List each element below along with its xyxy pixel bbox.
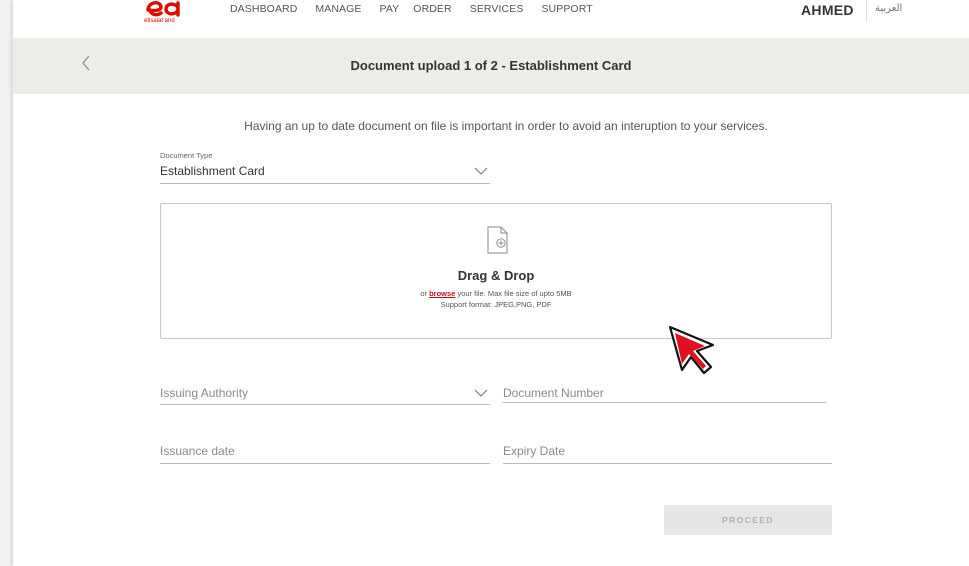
- expiry-date-input[interactable]: Expiry Date: [503, 441, 832, 464]
- browse-link[interactable]: browse: [429, 289, 455, 298]
- intro-text: Having an up to date document on file is…: [244, 119, 768, 133]
- logo-caption: etisalat and: [144, 18, 175, 24]
- nav-dashboard[interactable]: DASHBOARD: [230, 3, 297, 15]
- file-drop-zone[interactable]: Drag & Drop or browse your file. Max fil…: [160, 203, 832, 339]
- nav-order[interactable]: ORDER: [413, 3, 451, 15]
- page-header-band: Document upload 1 of 2 - Establishment C…: [13, 38, 969, 94]
- field-underline: [160, 404, 490, 405]
- document-number-placeholder: Document Number: [503, 386, 604, 400]
- nav-pay[interactable]: PAY: [380, 3, 400, 15]
- divider: [866, 0, 867, 22]
- page-title: Document upload 1 of 2 - Establishment C…: [350, 58, 632, 73]
- document-number-input[interactable]: Document Number: [503, 383, 826, 403]
- field-underline: [503, 463, 832, 464]
- proceed-button[interactable]: PROCEED: [664, 505, 832, 535]
- top-navigation: etisalat and DASHBOARD MANAGE PAY ORDER …: [13, 0, 969, 38]
- chevron-down-icon: [474, 167, 488, 175]
- supported-formats: Support format: JPEG,PNG, PDF: [440, 300, 552, 309]
- main-nav: DASHBOARD MANAGE PAY ORDER SERVICES SUPP…: [230, 3, 611, 15]
- chevron-down-icon: [474, 389, 488, 397]
- instructions-prefix: or: [420, 289, 430, 298]
- nav-support[interactable]: SUPPORT: [541, 3, 592, 15]
- language-switch[interactable]: العربية: [875, 3, 902, 14]
- field-underline: [503, 402, 826, 403]
- field-underline: [160, 183, 490, 184]
- document-add-icon: [487, 226, 508, 254]
- nav-manage[interactable]: MANAGE: [315, 3, 361, 15]
- drag-drop-title: Drag & Drop: [457, 268, 535, 283]
- expiry-date-placeholder: Expiry Date: [503, 444, 566, 458]
- issuance-date-input[interactable]: Issuance date: [160, 441, 490, 464]
- document-type-value: Establishment Card: [160, 164, 265, 178]
- page-container: etisalat and DASHBOARD MANAGE PAY ORDER …: [13, 0, 969, 566]
- upload-instructions: or browse your file. Max file size of up…: [161, 289, 831, 298]
- issuing-authority-select[interactable]: Issuing Authority: [160, 383, 490, 405]
- nav-services[interactable]: SERVICES: [470, 3, 524, 15]
- field-underline: [160, 463, 490, 464]
- document-type-label: Document Type: [160, 151, 213, 160]
- instructions-suffix: your file. Max file size of upto 5MB: [455, 289, 572, 298]
- issuance-date-placeholder: Issuance date: [160, 444, 235, 458]
- issuing-authority-placeholder: Issuing Authority: [160, 386, 249, 400]
- user-menu[interactable]: AHMED: [801, 2, 854, 18]
- document-type-select[interactable]: Document Type Establishment Card: [160, 151, 490, 184]
- pointer-cursor-icon: [668, 325, 715, 375]
